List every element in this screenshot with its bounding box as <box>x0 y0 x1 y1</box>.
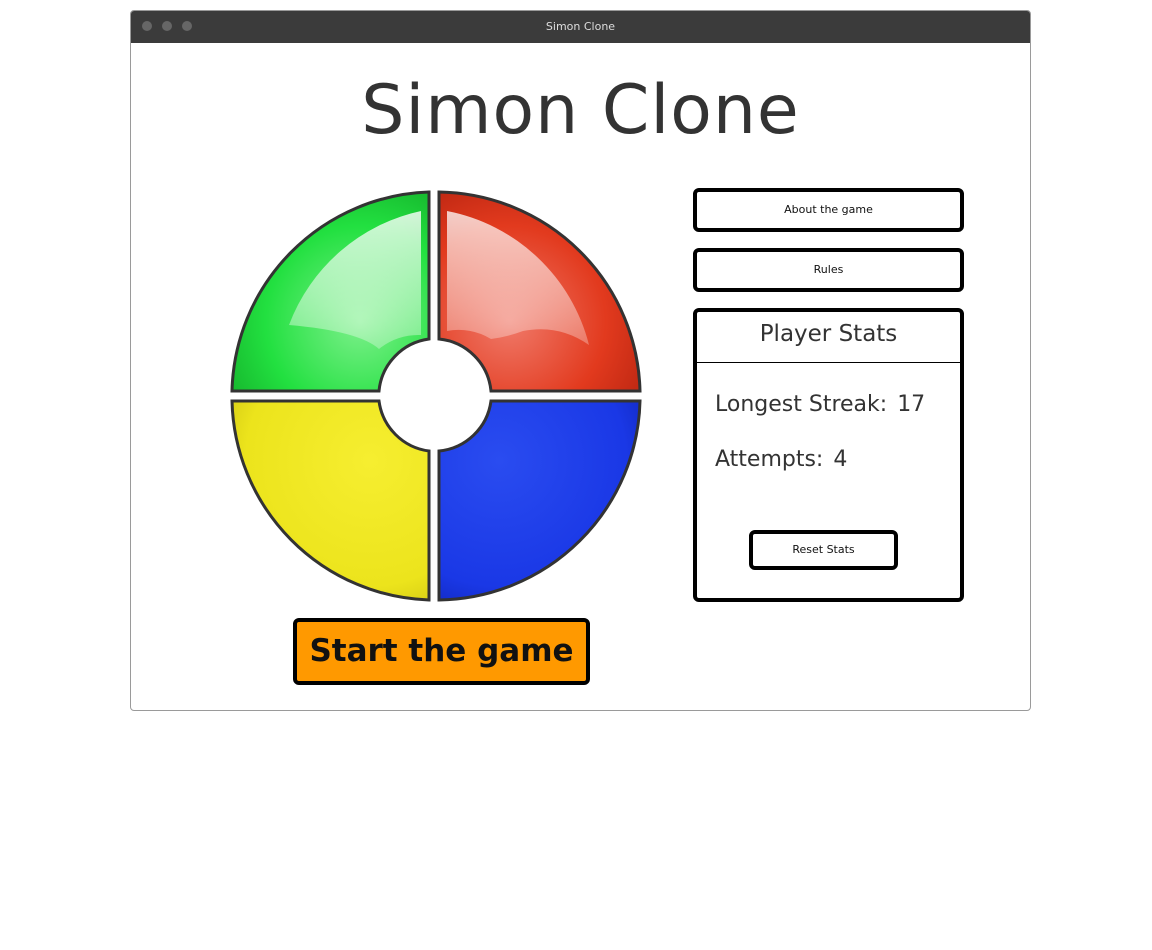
red-pad[interactable] <box>437 190 642 393</box>
simon-board <box>230 190 642 602</box>
longest-streak-value: 17 <box>897 392 926 417</box>
window-title: Simon Clone <box>545 20 616 33</box>
attempts-label: Attempts: <box>715 447 824 472</box>
app-window: Simon Clone Simon Clone Start the game A… <box>130 10 1031 711</box>
about-game-button[interactable]: About the game <box>693 188 964 232</box>
attempts-row: Attempts: 4 <box>715 447 847 472</box>
longest-streak-label: Longest Streak: <box>715 392 888 417</box>
reset-stats-button[interactable]: Reset Stats <box>749 530 898 570</box>
longest-streak-row: Longest Streak: 17 <box>715 392 925 417</box>
window-titlebar: Simon Clone <box>131 11 1030 43</box>
start-game-button[interactable]: Start the game <box>293 618 590 685</box>
player-stats-panel: Player Stats Longest Streak: 17 Attempts:… <box>693 308 964 602</box>
green-pad[interactable] <box>230 190 431 393</box>
blue-pad[interactable] <box>437 399 642 602</box>
rules-button[interactable]: Rules <box>693 248 964 292</box>
page-title: Simon Clone <box>361 71 800 150</box>
yellow-pad[interactable] <box>230 399 431 602</box>
player-stats-header: Player Stats <box>697 312 960 363</box>
attempts-value: 4 <box>833 447 848 472</box>
